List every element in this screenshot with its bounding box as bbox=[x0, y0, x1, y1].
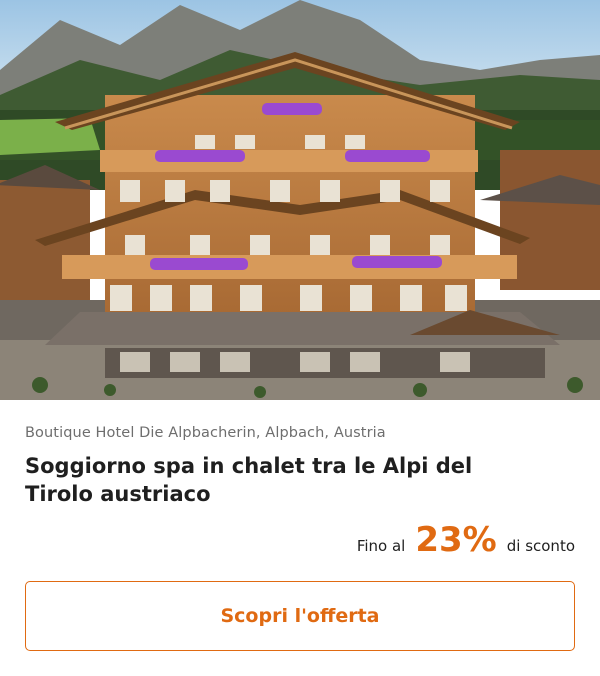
discount-suffix: di sconto bbox=[506, 537, 575, 555]
offer-card[interactable]: Boutique Hotel Die Alpbacherin, Alpbach,… bbox=[0, 0, 600, 676]
hotel-location: Boutique Hotel Die Alpbacherin, Alpbach,… bbox=[25, 425, 386, 441]
hotel-chalet-image bbox=[0, 0, 600, 400]
discover-offer-label: Scopri l'offerta bbox=[220, 605, 380, 627]
discount-value: 23% bbox=[415, 520, 497, 560]
offer-title[interactable]: Soggiorno spa in chalet tra le Alpi del … bbox=[25, 452, 545, 508]
discover-offer-button[interactable]: Scopri l'offerta bbox=[25, 581, 575, 651]
hotel-photo[interactable] bbox=[0, 0, 600, 400]
discount-info: Fino al 23% di sconto bbox=[357, 520, 575, 564]
discount-prefix: Fino al bbox=[356, 537, 406, 555]
